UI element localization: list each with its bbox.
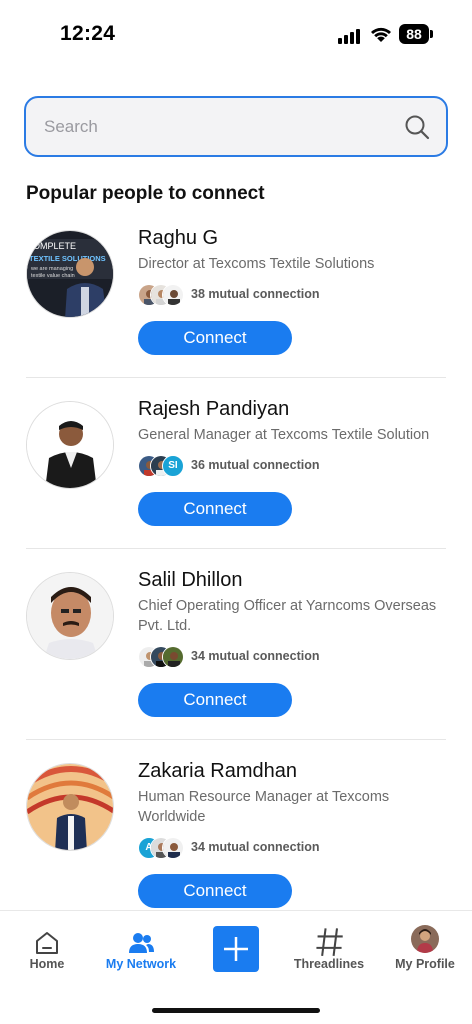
- mutual-avatar: [162, 837, 184, 859]
- person-name[interactable]: Raghu G: [138, 227, 218, 250]
- mutual-count: 36 mutual connection: [191, 458, 320, 472]
- nav-label: My Profile: [395, 957, 455, 971]
- status-bar: 12:24 88: [0, 0, 472, 70]
- avatar-banner-text: textile value chain: [31, 273, 75, 279]
- search-icon[interactable]: [404, 114, 430, 140]
- avatar[interactable]: OMPLETE TEXTILE SOLUTIONS we are managin…: [26, 230, 114, 318]
- divider: [26, 548, 446, 549]
- create-post-button[interactable]: [213, 926, 259, 972]
- connect-button[interactable]: Connect: [138, 321, 292, 355]
- avatar[interactable]: [26, 763, 114, 851]
- nav-threadlines[interactable]: Threadlines: [282, 911, 376, 981]
- avatar[interactable]: [26, 401, 114, 489]
- home-indicator: [152, 1008, 320, 1013]
- signal-icon: [338, 28, 362, 44]
- nav-label: My Network: [105, 957, 177, 971]
- status-time: 12:24: [60, 22, 116, 45]
- connect-button[interactable]: Connect: [138, 492, 292, 526]
- mutual-count: 34 mutual connection: [191, 649, 320, 663]
- mutual-avatar: [162, 646, 184, 668]
- battery-icon: 88: [399, 24, 433, 44]
- person-name[interactable]: Rajesh Pandiyan: [138, 398, 289, 421]
- person-card: Rajesh Pandiyan General Manager at Texco…: [26, 398, 446, 549]
- divider: [26, 377, 446, 378]
- wifi-icon: [371, 27, 391, 42]
- person-name[interactable]: Salil Dhillon: [138, 569, 243, 592]
- avatar-banner-text: OMPLETE: [33, 241, 76, 251]
- search-input[interactable]: [44, 98, 394, 155]
- hash-icon: [316, 928, 343, 956]
- nav-my-network[interactable]: My Network: [94, 911, 188, 981]
- divider: [26, 739, 446, 740]
- nav-label: Threadlines: [293, 957, 365, 971]
- person-title: Director at Texcoms Textile Solutions: [138, 256, 375, 272]
- connect-button[interactable]: Connect: [138, 683, 292, 717]
- person-title: Chief Operating Officer at Yarncoms Over…: [138, 598, 437, 634]
- section-title: Popular people to connect: [26, 183, 265, 204]
- mutual-count: 34 mutual connection: [191, 840, 320, 854]
- avatar-banner-text: we are managing: [30, 266, 73, 272]
- mutual-avatar: SI: [162, 455, 184, 477]
- nav-label: Home: [29, 957, 65, 971]
- avatar-banner-text: TEXTILE SOLUTIONS: [29, 254, 106, 263]
- bottom-nav: Home My Network Threadlines My Profile: [0, 910, 472, 1024]
- person-card: OMPLETE TEXTILE SOLUTIONS we are managin…: [26, 227, 446, 378]
- plus-icon: [224, 937, 248, 961]
- person-name[interactable]: Zakaria Ramdhan: [138, 760, 297, 783]
- person-card: Salil Dhillon Chief Operating Officer at…: [26, 569, 446, 740]
- person-title: General Manager at Texcoms Textile Solut…: [138, 427, 430, 443]
- connect-button[interactable]: Connect: [138, 874, 292, 908]
- avatar[interactable]: [26, 572, 114, 660]
- network-icon: [129, 933, 154, 953]
- person-title: Human Resource Manager at Texcoms Worldw…: [138, 789, 390, 825]
- nav-my-profile[interactable]: My Profile: [378, 911, 472, 981]
- search-box[interactable]: [24, 96, 448, 157]
- profile-avatar: [411, 925, 439, 953]
- battery-level: 88: [399, 24, 429, 44]
- nav-home[interactable]: Home: [0, 911, 94, 981]
- home-icon: [36, 932, 58, 954]
- mutual-count: 38 mutual connection: [191, 287, 320, 301]
- person-card: Zakaria Ramdhan Human Resource Manager a…: [26, 760, 446, 911]
- mutual-avatar: [162, 284, 184, 306]
